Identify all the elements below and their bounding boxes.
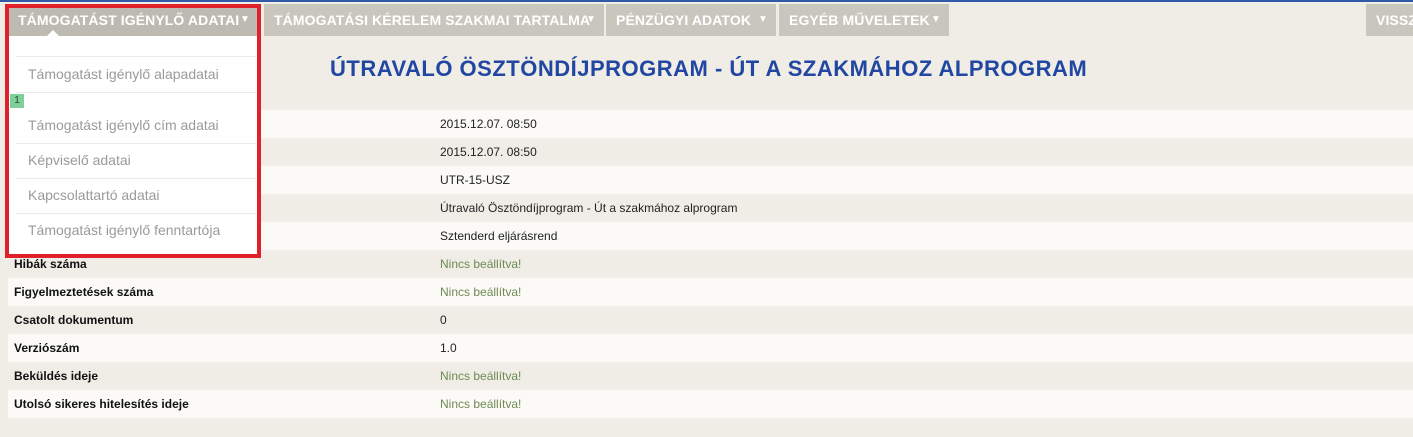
row-label: Figyelmeztetések száma [14,285,154,299]
main-menu-bar: TÁMOGATÁST IGÉNYLŐ ADATAI ▼ TÁMOGATÁSI K… [0,4,1413,37]
row-value: Nincs beállítva! [440,397,522,411]
menu-label: PÉNZÜGYI ADATOK [616,12,752,28]
table-row: Verziószám 1.0 [8,334,1413,362]
row-label: Beküldés ideje [14,369,99,383]
dropdown-item-contact-data[interactable]: Kapcsolattartó adatai [28,187,160,203]
dropdown-item-address-data[interactable]: Támogatást igénylő cím adatai [28,117,219,133]
menu-other-operations[interactable]: EGYÉB MŰVELETEK ▼ [779,4,949,36]
menu-label: VISSZ [1376,12,1413,28]
dropdown-divider [16,213,256,214]
menu-financial-data[interactable]: PÉNZÜGYI ADATOK ▼ [606,4,776,36]
chevron-down-icon: ▼ [931,14,941,25]
table-row: Csatolt dokumentum 0 [8,306,1413,334]
row-value: UTR-15-USZ [440,173,511,187]
top-accent-line [0,0,1413,2]
menu-label: TÁMOGATÁST IGÉNYLŐ ADATAI [18,12,240,28]
table-row: Beküldés ideje Nincs beállítva! [8,362,1413,390]
table-row: Figyelmeztetések száma Nincs beállítva! [8,278,1413,306]
chevron-down-icon: ▼ [240,14,250,25]
count-badge: 1 [10,94,24,108]
row-label: Csatolt dokumentum [14,313,134,327]
row-value: 1.0 [440,341,457,355]
row-value: Nincs beállítva! [440,257,522,271]
row-value: 2015.12.07. 08:50 [440,117,537,131]
row-value: Nincs beállítva! [440,285,522,299]
menu-label: EGYÉB MŰVELETEK [789,12,930,28]
dropdown-divider [16,56,256,57]
row-value: Nincs beállítva! [440,369,522,383]
chevron-down-icon: ▼ [586,14,596,25]
dropdown-divider [16,92,256,93]
row-value: 0 [440,313,447,327]
row-value: 2015.12.07. 08:50 [440,145,537,159]
chevron-down-icon: ▼ [758,14,768,25]
row-value: Útravaló Ösztöndíjprogram - Út a szakmáh… [440,201,738,215]
row-label: Verziószám [14,341,80,355]
dropdown-item-maintainer[interactable]: Támogatást igénylő fenntartója [28,222,220,238]
dropdown-divider [16,143,256,144]
menu-back[interactable]: VISSZ [1366,4,1413,36]
menu-label: TÁMOGATÁSI KÉRELEM SZAKMAI TARTALMA [274,12,591,28]
dropdown-item-representative-data[interactable]: Képviselő adatai [28,152,131,168]
dropdown-item-basic-data[interactable]: Támogatást igénylő alapadatai [28,66,219,82]
dropdown-divider [16,178,256,179]
page-title: ÚTRAVALÓ ÖSZTÖNDÍJPROGRAM - ÚT A SZAKMÁH… [330,56,1088,81]
menu-applicant-data[interactable]: TÁMOGATÁST IGÉNYLŐ ADATAI ▼ [8,4,258,37]
table-row: Utolsó sikeres hitelesítés ideje Nincs b… [8,390,1413,418]
menu-application-content[interactable]: TÁMOGATÁSI KÉRELEM SZAKMAI TARTALMA ▼ [264,4,604,36]
row-label: Utolsó sikeres hitelesítés ideje [14,397,189,411]
applicant-data-dropdown: Támogatást igénylő alapadatai 1 Támogatá… [8,36,258,257]
row-value: Sztenderd eljárásrend [440,229,558,243]
